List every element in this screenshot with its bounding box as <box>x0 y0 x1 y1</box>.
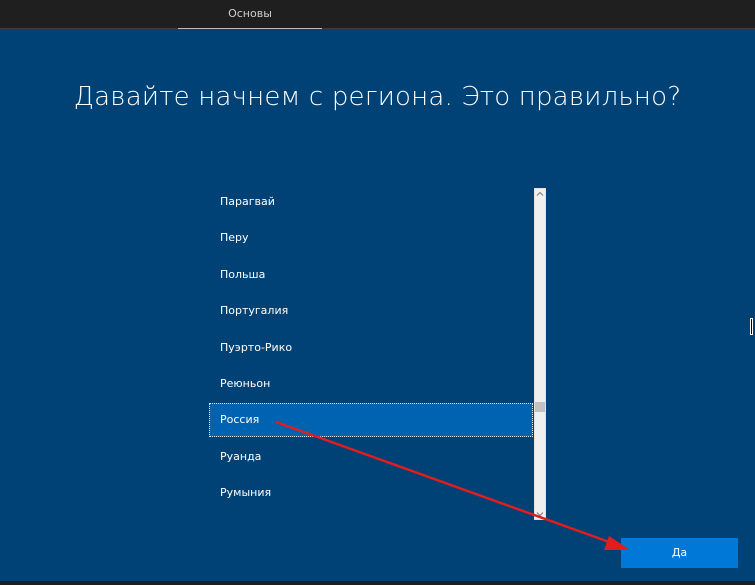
bottom-edge <box>0 581 755 585</box>
list-item[interactable]: Пуэрто-Рико <box>209 331 533 365</box>
list-item[interactable]: Реюньон <box>209 367 533 401</box>
top-bar: Основы <box>0 0 755 29</box>
region-listbox[interactable]: Парагвай Перу Польша Португалия Пуэрто-Р… <box>209 184 546 520</box>
list-item[interactable]: Румыния <box>209 476 533 510</box>
list-item[interactable]: Польша <box>209 258 533 292</box>
list-item-selected[interactable]: Россия <box>209 403 533 437</box>
chevron-down-icon[interactable] <box>535 509 545 519</box>
list-item[interactable]: Перу <box>209 221 533 255</box>
chevron-up-icon[interactable] <box>535 189 545 199</box>
yes-button[interactable]: Да <box>621 538 738 568</box>
page-title: Давайте начнем с региона. Это правильно? <box>73 82 682 112</box>
oobe-region-page: Основы Давайте начнем с региона. Это пра… <box>0 0 755 585</box>
region-list-scrollbar[interactable] <box>534 188 546 520</box>
tab-basics[interactable]: Основы <box>178 0 322 29</box>
list-item[interactable]: Руанда <box>209 440 533 474</box>
scroll-thumb[interactable] <box>535 402 545 412</box>
mouse-cursor-icon <box>750 318 753 335</box>
list-item[interactable]: Португалия <box>209 294 533 328</box>
list-item[interactable]: Парагвай <box>209 185 533 219</box>
